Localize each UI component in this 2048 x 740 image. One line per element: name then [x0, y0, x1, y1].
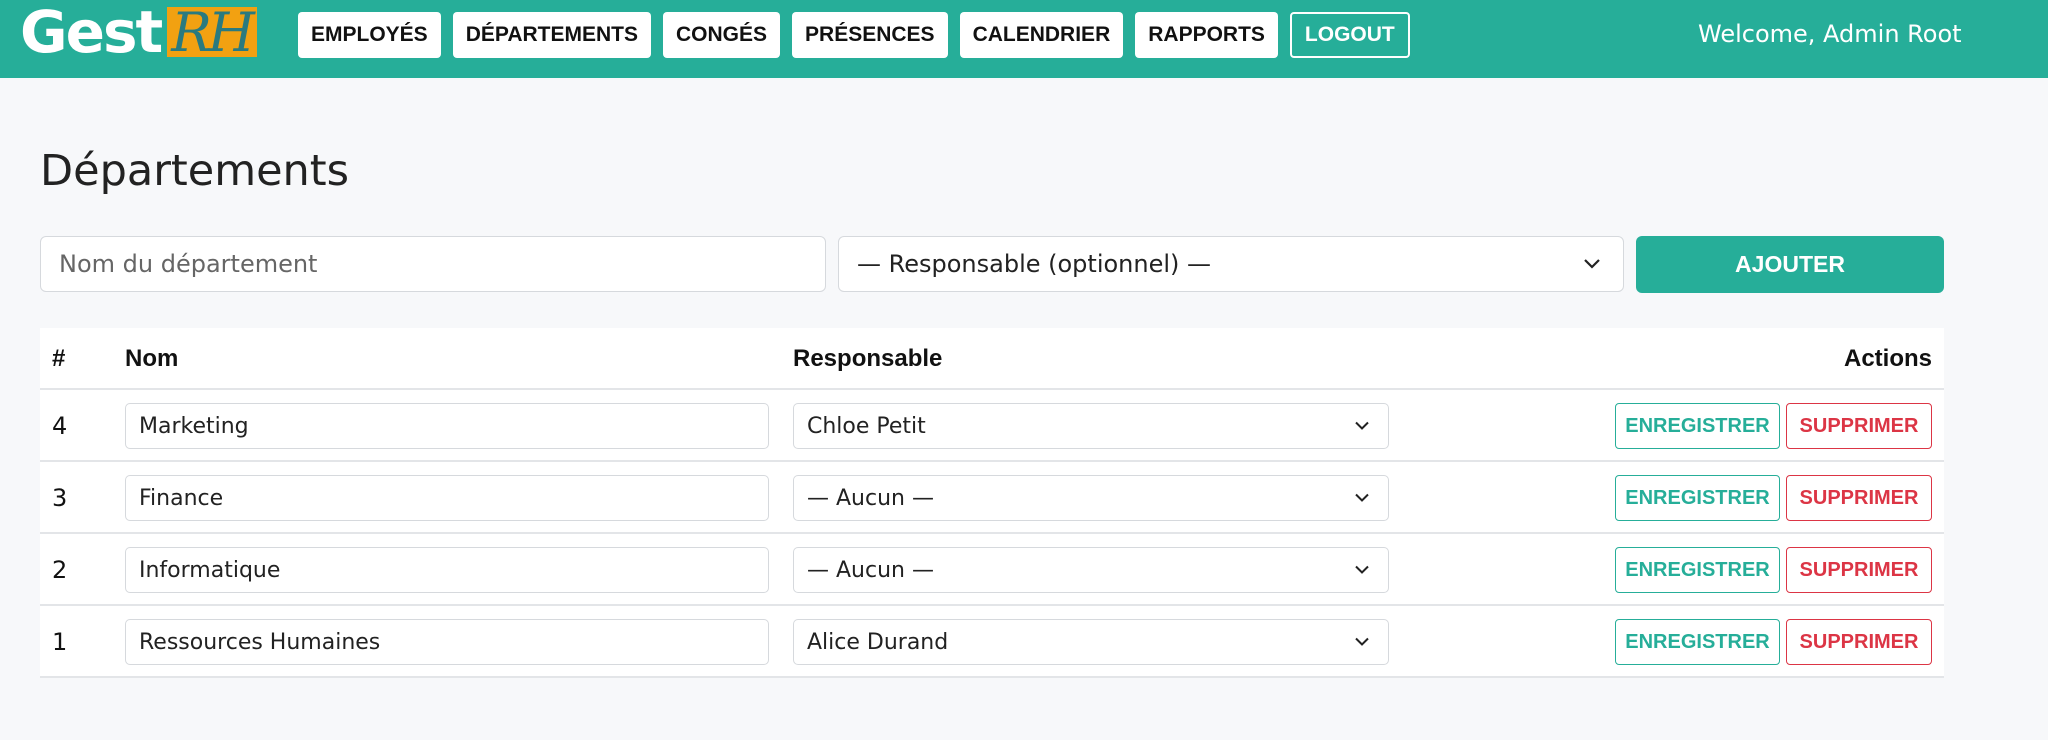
row-manager-select[interactable]: — Aucun —	[793, 547, 1389, 593]
department-name-input[interactable]: Nom du département	[40, 236, 826, 292]
table-row: 2 Informatique — Aucun — ENREGISTRER SUP…	[40, 534, 1944, 606]
row-id: 2	[52, 556, 68, 584]
manager-select[interactable]: — Responsable (optionnel) —	[838, 236, 1624, 292]
header-actions: Actions	[1843, 345, 1932, 372]
table-header: # Nom Responsable Actions	[40, 328, 1944, 390]
header-manager: Responsable	[793, 345, 943, 372]
app-logo[interactable]: Gest RH	[20, 0, 258, 66]
nav-rapports[interactable]: RAPPORTS	[1135, 12, 1278, 58]
row-manager-select[interactable]: Chloe Petit	[793, 403, 1389, 449]
page-title: Départements	[40, 146, 350, 196]
save-button[interactable]: ENREGISTRER	[1615, 403, 1780, 449]
welcome-text: Welcome, Admin Root	[1698, 20, 1962, 48]
nav-conges[interactable]: CONGÉS	[663, 12, 781, 58]
chevron-down-icon	[1349, 557, 1375, 583]
main-nav: EMPLOYÉS DÉPARTEMENTS CONGÉS PRÉSENCES C…	[298, 12, 1410, 58]
department-name-placeholder: Nom du département	[59, 250, 318, 278]
chevron-down-icon	[1579, 251, 1605, 277]
header-id: #	[52, 345, 66, 372]
logo-badge: RH	[167, 7, 258, 57]
save-button[interactable]: ENREGISTRER	[1615, 619, 1780, 665]
row-manager-select[interactable]: Alice Durand	[793, 619, 1389, 665]
row-id: 1	[52, 628, 68, 656]
nav-calendrier[interactable]: CALENDRIER	[959, 12, 1124, 58]
delete-button[interactable]: SUPPRIMER	[1786, 403, 1932, 449]
row-name-value: Ressources Humaines	[139, 629, 381, 655]
delete-button[interactable]: SUPPRIMER	[1786, 619, 1932, 665]
delete-button[interactable]: SUPPRIMER	[1786, 475, 1932, 521]
header-name: Nom	[125, 345, 179, 372]
row-name-value: Marketing	[139, 413, 249, 439]
departments-table: # Nom Responsable Actions 4 Marketing Ch…	[40, 328, 1944, 678]
row-name-input[interactable]: Ressources Humaines	[125, 619, 769, 665]
manager-select-value: — Responsable (optionnel) —	[857, 250, 1212, 278]
table-row: 4 Marketing Chloe Petit ENREGISTRER SUPP…	[40, 390, 1944, 462]
logo-text: Gest	[20, 0, 163, 66]
nav-departements[interactable]: DÉPARTEMENTS	[452, 12, 651, 58]
row-manager-value: Chloe Petit	[807, 413, 926, 439]
save-button[interactable]: ENREGISTRER	[1615, 475, 1780, 521]
row-name-input[interactable]: Informatique	[125, 547, 769, 593]
row-manager-value: — Aucun —	[807, 485, 934, 511]
table-row: 1 Ressources Humaines Alice Durand ENREG…	[40, 606, 1944, 678]
row-name-value: Informatique	[139, 557, 281, 583]
row-id: 3	[52, 484, 68, 512]
save-button[interactable]: ENREGISTRER	[1615, 547, 1780, 593]
chevron-down-icon	[1349, 629, 1375, 655]
top-navbar: Gest RH EMPLOYÉS DÉPARTEMENTS CONGÉS PRÉ…	[0, 0, 2048, 78]
table-row: 3 Finance — Aucun — ENREGISTRER SUPPRIME…	[40, 462, 1944, 534]
nav-employes[interactable]: EMPLOYÉS	[298, 12, 441, 58]
row-id: 4	[52, 412, 68, 440]
nav-presences[interactable]: PRÉSENCES	[792, 12, 948, 58]
row-name-value: Finance	[139, 485, 224, 511]
row-manager-value: — Aucun —	[807, 557, 934, 583]
add-department-button[interactable]: AJOUTER	[1636, 236, 1944, 293]
row-name-input[interactable]: Marketing	[125, 403, 769, 449]
chevron-down-icon	[1349, 413, 1375, 439]
row-manager-select[interactable]: — Aucun —	[793, 475, 1389, 521]
delete-button[interactable]: SUPPRIMER	[1786, 547, 1932, 593]
row-manager-value: Alice Durand	[807, 629, 949, 655]
logout-button[interactable]: LOGOUT	[1289, 12, 1410, 58]
chevron-down-icon	[1349, 485, 1375, 511]
row-name-input[interactable]: Finance	[125, 475, 769, 521]
